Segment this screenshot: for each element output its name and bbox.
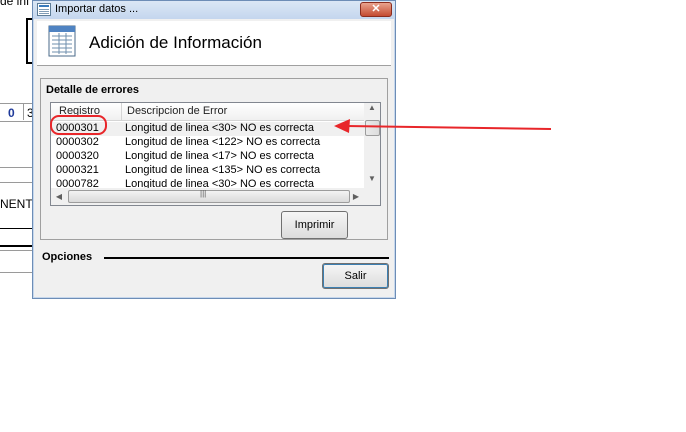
exit-button[interactable]: Salir	[322, 263, 389, 289]
background-divider	[23, 104, 24, 120]
close-button[interactable]: ✕	[360, 2, 392, 17]
annotation-arrow	[334, 119, 552, 133]
grip-icon: |||	[200, 189, 207, 198]
row-descripcion: Longitud de linea <17> NO es correcta	[125, 150, 314, 162]
header-panel: Adición de Información	[37, 21, 391, 66]
scroll-up-icon[interactable]: ▲	[364, 103, 380, 117]
header-title: Adición de Información	[89, 33, 262, 52]
spreadsheet-icon	[48, 25, 76, 57]
background-divider	[0, 103, 32, 104]
row-descripcion: Longitud de linea <30> NO es correcta	[125, 178, 314, 188]
import-dialog: Importar datos ... ✕ Adición de Informac…	[32, 0, 396, 299]
row-registro: 0000302	[56, 136, 99, 148]
table-row[interactable]: 0000321 Longitud de linea <135> NO es co…	[51, 164, 364, 178]
horizontal-scrollbar[interactable]: ◀ ||| ▶	[51, 188, 364, 205]
background-divider	[0, 245, 32, 247]
options-label: Opciones	[42, 251, 93, 263]
title-bar[interactable]: Importar datos ... ✕	[33, 1, 395, 19]
row-registro: 0000782	[56, 178, 99, 188]
scrollbar-corner	[364, 188, 380, 205]
options-divider	[104, 257, 389, 259]
background-divider	[0, 272, 32, 273]
row-registro: 0000320	[56, 150, 99, 162]
background-divider	[0, 167, 32, 168]
background-divider	[0, 182, 32, 183]
table-row[interactable]: 0000302 Longitud de linea <122> NO es co…	[51, 136, 364, 150]
background-divider	[0, 250, 32, 251]
background-divider	[0, 121, 32, 122]
table-row[interactable]: 0000782 Longitud de linea <30> NO es cor…	[51, 178, 364, 188]
vertical-scrollbar[interactable]: ▲ ▼	[364, 103, 380, 188]
print-button[interactable]: Imprimir	[281, 211, 348, 239]
background-cell: 0	[8, 106, 15, 120]
scroll-thumb[interactable]: |||	[68, 189, 350, 203]
row-registro: 0000321	[56, 164, 99, 176]
row-descripcion: Longitud de linea <30> NO es correcta	[125, 122, 314, 134]
scroll-right-icon[interactable]: ▶	[348, 188, 364, 205]
background-text-fragment: de inf	[0, 0, 30, 8]
row-descripcion: Longitud de linea <135> NO es correcta	[125, 164, 321, 176]
scroll-left-icon[interactable]: ◀	[51, 188, 67, 205]
highlight-ellipse	[50, 115, 107, 135]
column-header-descripcion[interactable]: Descripcion de Error	[127, 105, 227, 117]
table-icon	[37, 3, 51, 16]
table-row[interactable]: 0000320 Longitud de linea <17> NO es cor…	[51, 150, 364, 164]
errors-group-label: Detalle de errores	[46, 84, 139, 96]
column-separator[interactable]	[121, 103, 122, 120]
row-descripcion: Longitud de linea <122> NO es correcta	[125, 136, 321, 148]
window-title: Importar datos ...	[55, 3, 139, 15]
scroll-down-icon[interactable]: ▼	[364, 174, 380, 188]
background-divider	[0, 228, 32, 229]
